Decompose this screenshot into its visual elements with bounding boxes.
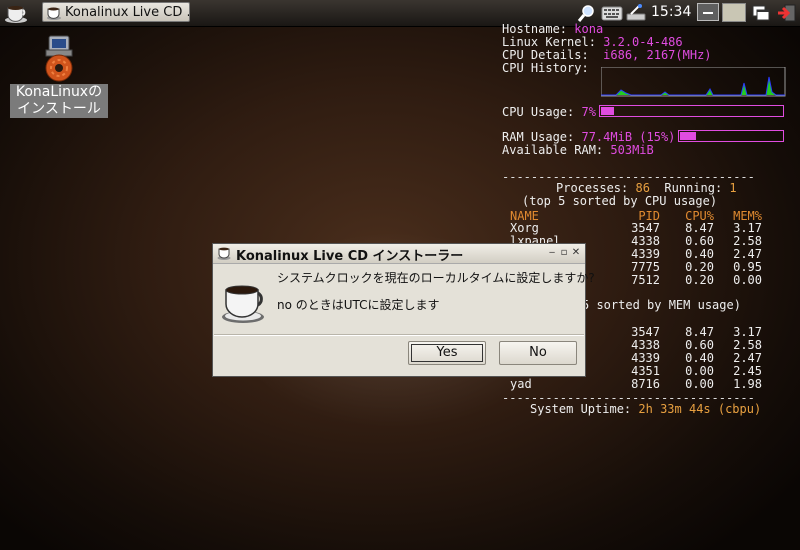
uptime-label: System Uptime: (530, 402, 632, 416)
dialog-titlebar[interactable]: Konalinux Live CD インストーラー ‒ ▫ ✕ (213, 244, 585, 264)
cpu-usage-bar (599, 105, 784, 117)
cpu-usage-bar-fill (601, 107, 614, 115)
coffee-cup-icon (222, 285, 264, 323)
cpu-sort-caption: (top 5 sorted by CPU usage) (522, 194, 718, 208)
ram-usage-bar-fill (680, 132, 696, 140)
dialog-subtext: no のときはUTCに設定します (277, 298, 440, 312)
dialog-close-button[interactable]: ✕ (571, 247, 581, 259)
processes-label: Processes: (556, 181, 629, 195)
cpu-usage-value: 7% (581, 105, 596, 119)
mem-sort-caption: 5 sorted by MEM usage) (582, 298, 741, 312)
desktop-pager[interactable] (722, 3, 746, 22)
process-cpu: 0.20 (685, 273, 714, 287)
process-pid: 7512 (631, 273, 660, 287)
running-label: Running: (664, 181, 723, 195)
dialog-minimize-button[interactable]: ‒ (547, 247, 557, 259)
network-wired-icon[interactable] (625, 3, 647, 23)
uptime-row: System Uptime: 2h 33m 44s (cbpu) (530, 403, 761, 416)
dialog-question: システムクロックを現在のローカルタイムに設定しますか? (277, 271, 595, 285)
coffee-cup-icon (47, 7, 61, 20)
logout-icon[interactable] (776, 3, 798, 23)
yes-button[interactable]: Yes (408, 341, 486, 365)
available-ram-label: Available RAM: (502, 143, 604, 157)
desktop-icon-label-line2: インストール (17, 101, 101, 117)
cpu-history-graph (601, 67, 786, 97)
cpu-details-label: CPU Details: (502, 48, 589, 62)
ram-usage-value: 77.4MiB (15%) (581, 130, 676, 144)
minimize-all-windows-button[interactable] (697, 3, 719, 21)
kernel-label: Linux Kernel: (502, 35, 596, 49)
coffee-cup-icon (5, 6, 27, 23)
clock[interactable]: 15:34 (651, 4, 691, 20)
dialog-maximize-button[interactable]: ▫ (559, 247, 569, 259)
dialog-title: Konalinux Live CD インストーラー (236, 249, 464, 264)
uptime-value: 2h 33m 44s (cbpu) (638, 402, 762, 416)
search-icon[interactable] (577, 3, 597, 23)
keyboard-icon[interactable] (601, 3, 623, 23)
desktop-icon-label-line1: KonaLinuxの (15, 84, 103, 100)
main-menu-button[interactable] (4, 2, 30, 24)
installer-cd-icon (45, 35, 73, 82)
taskbar-window-label: Konalinux Live CD ... (65, 5, 190, 20)
window-list-icon[interactable] (751, 3, 771, 23)
cpu-usage-label: CPU Usage: (502, 105, 575, 119)
kernel-value: 3.2.0-4-486 (603, 35, 683, 49)
desktop-icon-install-konalinux[interactable]: KonaLinuxの インストール (10, 34, 110, 120)
ram-usage-label: RAM Usage: (502, 130, 575, 144)
available-ram-row: Available RAM: 503MiB (502, 144, 654, 157)
no-button[interactable]: No (499, 341, 577, 365)
hostname-label: Hostname: (502, 22, 568, 36)
process-name: yad (510, 377, 532, 391)
desktop-icon-label: KonaLinuxの インストール (10, 84, 108, 118)
running-value: 1 (729, 181, 737, 195)
process-mem: 1.98 (733, 377, 762, 391)
process-pid: 8716 (631, 377, 660, 391)
cpu-details-value: i686, 2167(MHz) (603, 48, 712, 62)
taskbar-window-button[interactable]: Konalinux Live CD ... (42, 2, 190, 22)
cpu-history-label: CPU History: (502, 61, 589, 75)
installer-dialog: Konalinux Live CD インストーラー ‒ ▫ ✕ システムクロック… (212, 243, 595, 377)
ram-usage-bar (678, 130, 784, 142)
cpu-usage-row: CPU Usage: 7% (502, 106, 596, 119)
available-ram-value: 503MiB (610, 143, 654, 157)
coffee-cup-icon (217, 247, 231, 260)
process-cpu: 0.00 (685, 377, 714, 391)
dialog-separator (214, 334, 584, 336)
processes-value: 86 (635, 181, 650, 195)
hostname-value: kona (574, 22, 604, 36)
process-mem: 0.00 (733, 273, 762, 287)
